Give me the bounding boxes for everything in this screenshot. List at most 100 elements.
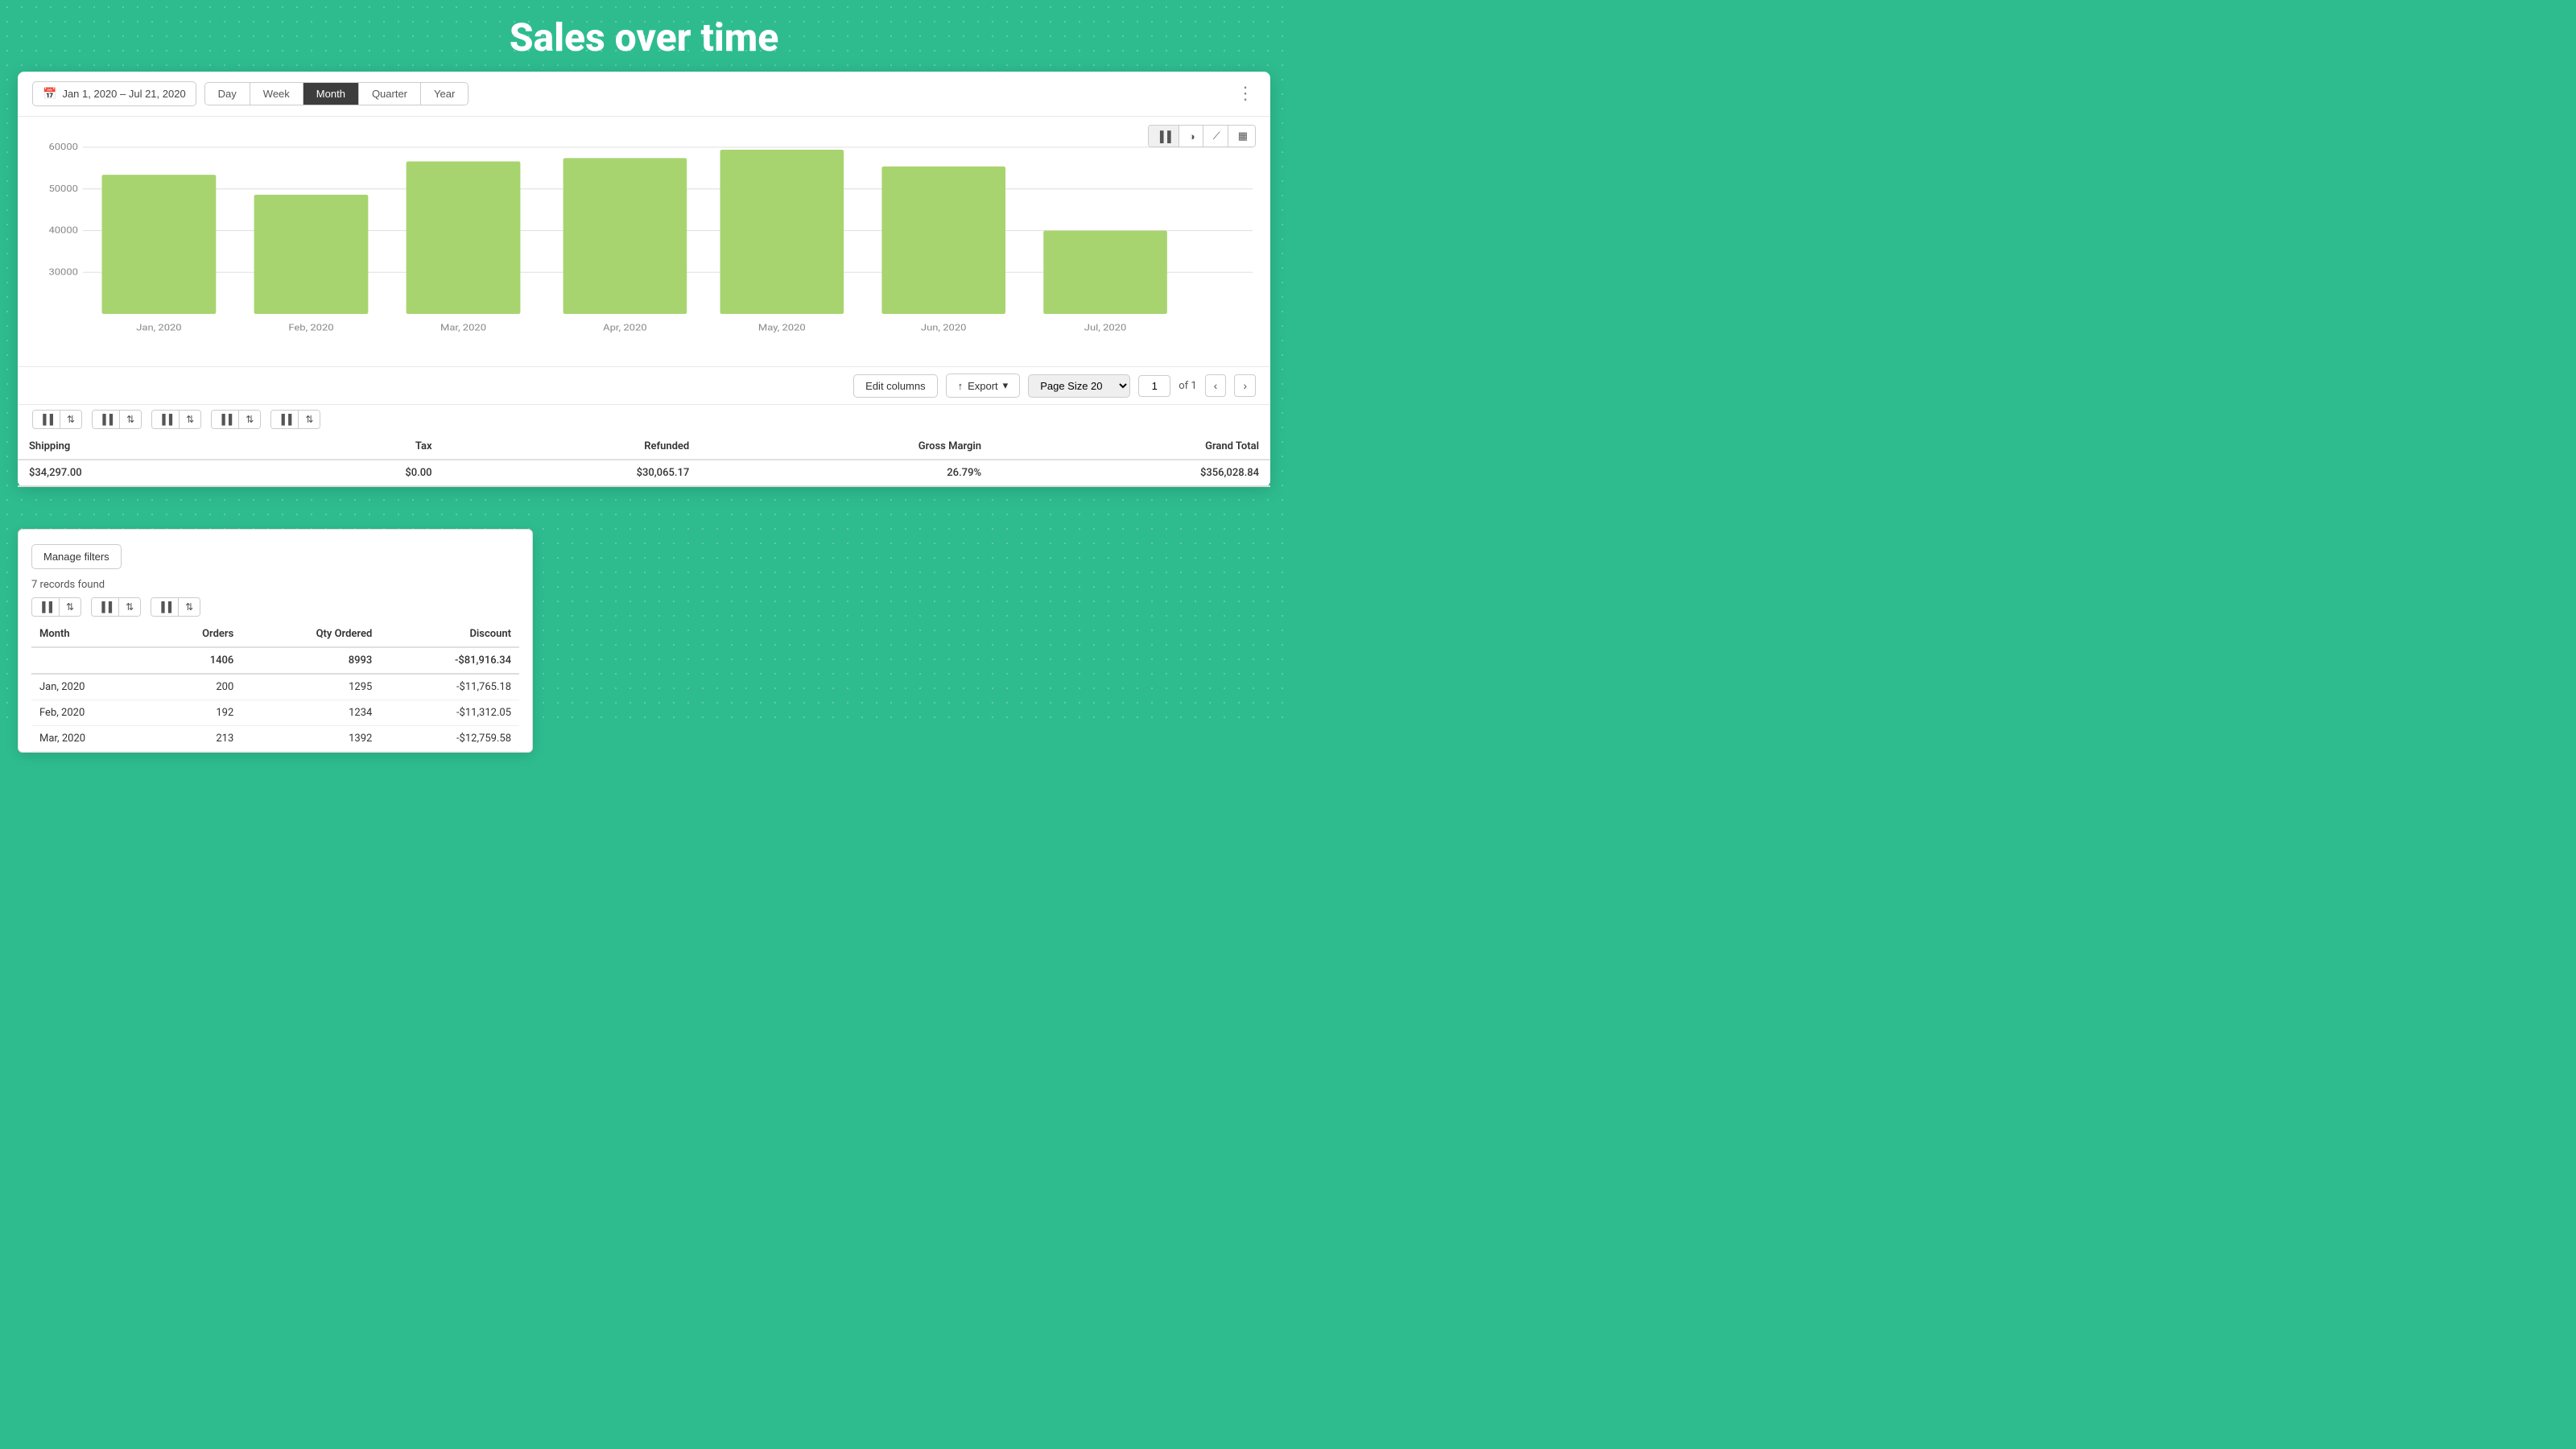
row2-orders: 192	[151, 700, 242, 726]
rcol5-chart-icon[interactable]: ▐▐	[271, 411, 299, 428]
col-shipping-header: Shipping	[18, 434, 275, 460]
row1-discount: -$11,765.18	[380, 674, 519, 700]
data-table: Month Orders Qty Ordered Discount 1406 8…	[31, 621, 519, 752]
records-found: 7 records found	[31, 579, 519, 591]
rcol3-chart-icon[interactable]: ▐▐	[152, 411, 180, 428]
svg-text:30000: 30000	[48, 266, 78, 277]
tab-quarter[interactable]: Quarter	[359, 83, 421, 105]
table-row: Jan, 2020 200 1295 -$11,765.18	[31, 674, 519, 700]
chart-type-icons: ▐▐ ◑ ⟋ ▦	[1148, 125, 1256, 147]
calendar-icon: 📅	[43, 87, 56, 101]
bar-chart-icon[interactable]: ▐▐	[1149, 126, 1179, 147]
rcol1-chart-icon[interactable]: ▐▐	[33, 411, 60, 428]
col3-icon-group: ▐▐ ⇅	[151, 597, 200, 617]
col3-sort-icon[interactable]: ⇅	[179, 598, 200, 616]
col-tax-header: Tax	[275, 434, 444, 460]
col-month-header: Month	[31, 621, 151, 647]
rcol2-sort-icon[interactable]: ⇅	[120, 411, 141, 428]
rcol5-sort-icon[interactable]: ⇅	[299, 411, 320, 428]
col2-sort-icon[interactable]: ⇅	[119, 598, 140, 616]
tab-day[interactable]: Day	[205, 83, 250, 105]
edit-columns-button[interactable]: Edit columns	[853, 374, 937, 398]
col-discount-header: Discount	[380, 621, 519, 647]
total-qty-cell: 8993	[242, 647, 380, 674]
export-chevron-icon: ▾	[1003, 379, 1009, 392]
rcol4-icon-group: ▐▐ ⇅	[211, 410, 261, 429]
col-qty-header: Qty Ordered	[242, 621, 380, 647]
col-icons-row-1: ▐▐ ⇅ ▐▐ ⇅ ▐▐ ⇅	[31, 597, 519, 617]
rcol4-chart-icon[interactable]: ▐▐	[212, 411, 239, 428]
svg-text:60000: 60000	[48, 142, 78, 152]
stacked-chart-icon[interactable]: ▦	[1231, 126, 1255, 147]
rcol2-icon-group: ▐▐ ⇅	[92, 410, 142, 429]
tab-year[interactable]: Year	[421, 83, 468, 105]
svg-text:Jun, 2020: Jun, 2020	[921, 322, 967, 332]
table-row: Feb, 2020 192 1234 -$11,312.05	[31, 700, 519, 726]
tab-week[interactable]: Week	[250, 83, 303, 105]
total-orders-cell: 1406	[151, 647, 242, 674]
chart-area: ▐▐ ◑ ⟋ ▦ 60000 50000 40000 30000	[18, 117, 1270, 366]
col1-icon-group: ▐▐ ⇅	[31, 597, 81, 617]
col1-chart-icon[interactable]: ▐▐	[32, 598, 60, 616]
total-shipping: $34,297.00	[18, 460, 275, 486]
top-bar: 📅 Jan 1, 2020 – Jul 21, 2020 Day Week Mo…	[18, 72, 1270, 117]
total-grand-total: $356,028.84	[993, 460, 1270, 486]
bar-chart-svg: 60000 50000 40000 30000 Ja	[26, 126, 1262, 360]
next-page-button[interactable]: ›	[1234, 374, 1256, 397]
right-table: Shipping Tax Refunded Gross Margin Grand…	[18, 434, 1270, 487]
row1-qty: 1295	[242, 674, 380, 700]
total-month-cell	[31, 647, 151, 674]
table-total-row: 1406 8993 -$81,916.34	[31, 647, 519, 674]
right-total-row: $34,297.00 $0.00 $30,065.17 26.79% $356,…	[18, 460, 1270, 486]
col3-chart-icon[interactable]: ▐▐	[151, 598, 179, 616]
row2-discount: -$11,312.05	[380, 700, 519, 726]
right-col-icons-row: ▐▐ ⇅ ▐▐ ⇅ ▐▐ ⇅ ▐▐ ⇅ ▐▐ ⇅	[18, 404, 1270, 434]
filter-panel: Manage filters 7 records found ▐▐ ⇅ ▐▐ ⇅…	[18, 529, 533, 753]
col-orders-header: Orders	[151, 621, 242, 647]
svg-text:Feb, 2020: Feb, 2020	[288, 322, 333, 332]
rcol1-sort-icon[interactable]: ⇅	[60, 411, 81, 428]
svg-text:May, 2020: May, 2020	[758, 322, 806, 332]
prev-page-button[interactable]: ‹	[1205, 374, 1227, 397]
manage-filters-button[interactable]: Manage filters	[31, 544, 122, 569]
page-of-label: of 1	[1179, 380, 1196, 392]
total-discount-cell: -$81,916.34	[380, 647, 519, 674]
row2-month: Feb, 2020	[31, 700, 151, 726]
rcol2-chart-icon[interactable]: ▐▐	[93, 411, 120, 428]
svg-text:Jan, 2020: Jan, 2020	[136, 322, 182, 332]
col1-sort-icon[interactable]: ⇅	[60, 598, 80, 616]
more-options-button[interactable]: ⋮	[1236, 84, 1256, 104]
bottom-toolbar: Edit columns ↑ Export ▾ Page Size 20 Pag…	[18, 366, 1270, 404]
pie-chart-icon[interactable]: ◑	[1182, 126, 1203, 147]
total-refunded: $30,065.17	[444, 460, 701, 486]
export-button[interactable]: ↑ Export ▾	[946, 374, 1021, 398]
svg-text:Mar, 2020: Mar, 2020	[440, 322, 486, 332]
col2-chart-icon[interactable]: ▐▐	[92, 598, 119, 616]
date-range-text: Jan 1, 2020 – Jul 21, 2020	[62, 88, 185, 100]
row3-orders: 213	[151, 726, 242, 752]
total-gross-margin: 26.79%	[700, 460, 993, 486]
row3-discount: -$12,759.58	[380, 726, 519, 752]
total-tax: $0.00	[275, 460, 444, 486]
row2-qty: 1234	[242, 700, 380, 726]
table-row: Mar, 2020 213 1392 -$12,759.58	[31, 726, 519, 752]
svg-text:50000: 50000	[48, 184, 78, 194]
rcol3-sort-icon[interactable]: ⇅	[180, 411, 200, 428]
page-title: Sales over time	[0, 0, 1288, 72]
svg-text:Jul, 2020: Jul, 2020	[1084, 322, 1127, 332]
col-grand-total-header: Grand Total	[993, 434, 1270, 460]
page-size-select[interactable]: Page Size 20 Page Size 50 Page Size 100	[1028, 374, 1130, 398]
page-number-input[interactable]	[1138, 375, 1170, 397]
rcol4-sort-icon[interactable]: ⇅	[239, 411, 260, 428]
rcol5-icon-group: ▐▐ ⇅	[270, 410, 320, 429]
row1-month: Jan, 2020	[31, 674, 151, 700]
row3-month: Mar, 2020	[31, 726, 151, 752]
date-range-button[interactable]: 📅 Jan 1, 2020 – Jul 21, 2020	[32, 81, 196, 106]
line-chart-icon[interactable]: ⟋	[1206, 126, 1228, 147]
tab-month[interactable]: Month	[303, 83, 359, 105]
col2-icon-group: ▐▐ ⇅	[91, 597, 141, 617]
rcol3-icon-group: ▐▐ ⇅	[151, 410, 201, 429]
svg-text:40000: 40000	[48, 225, 78, 235]
content-wrapper: Manage filters 7 records found ▐▐ ⇅ ▐▐ ⇅…	[18, 366, 1270, 487]
col-gross-margin-header: Gross Margin	[700, 434, 993, 460]
